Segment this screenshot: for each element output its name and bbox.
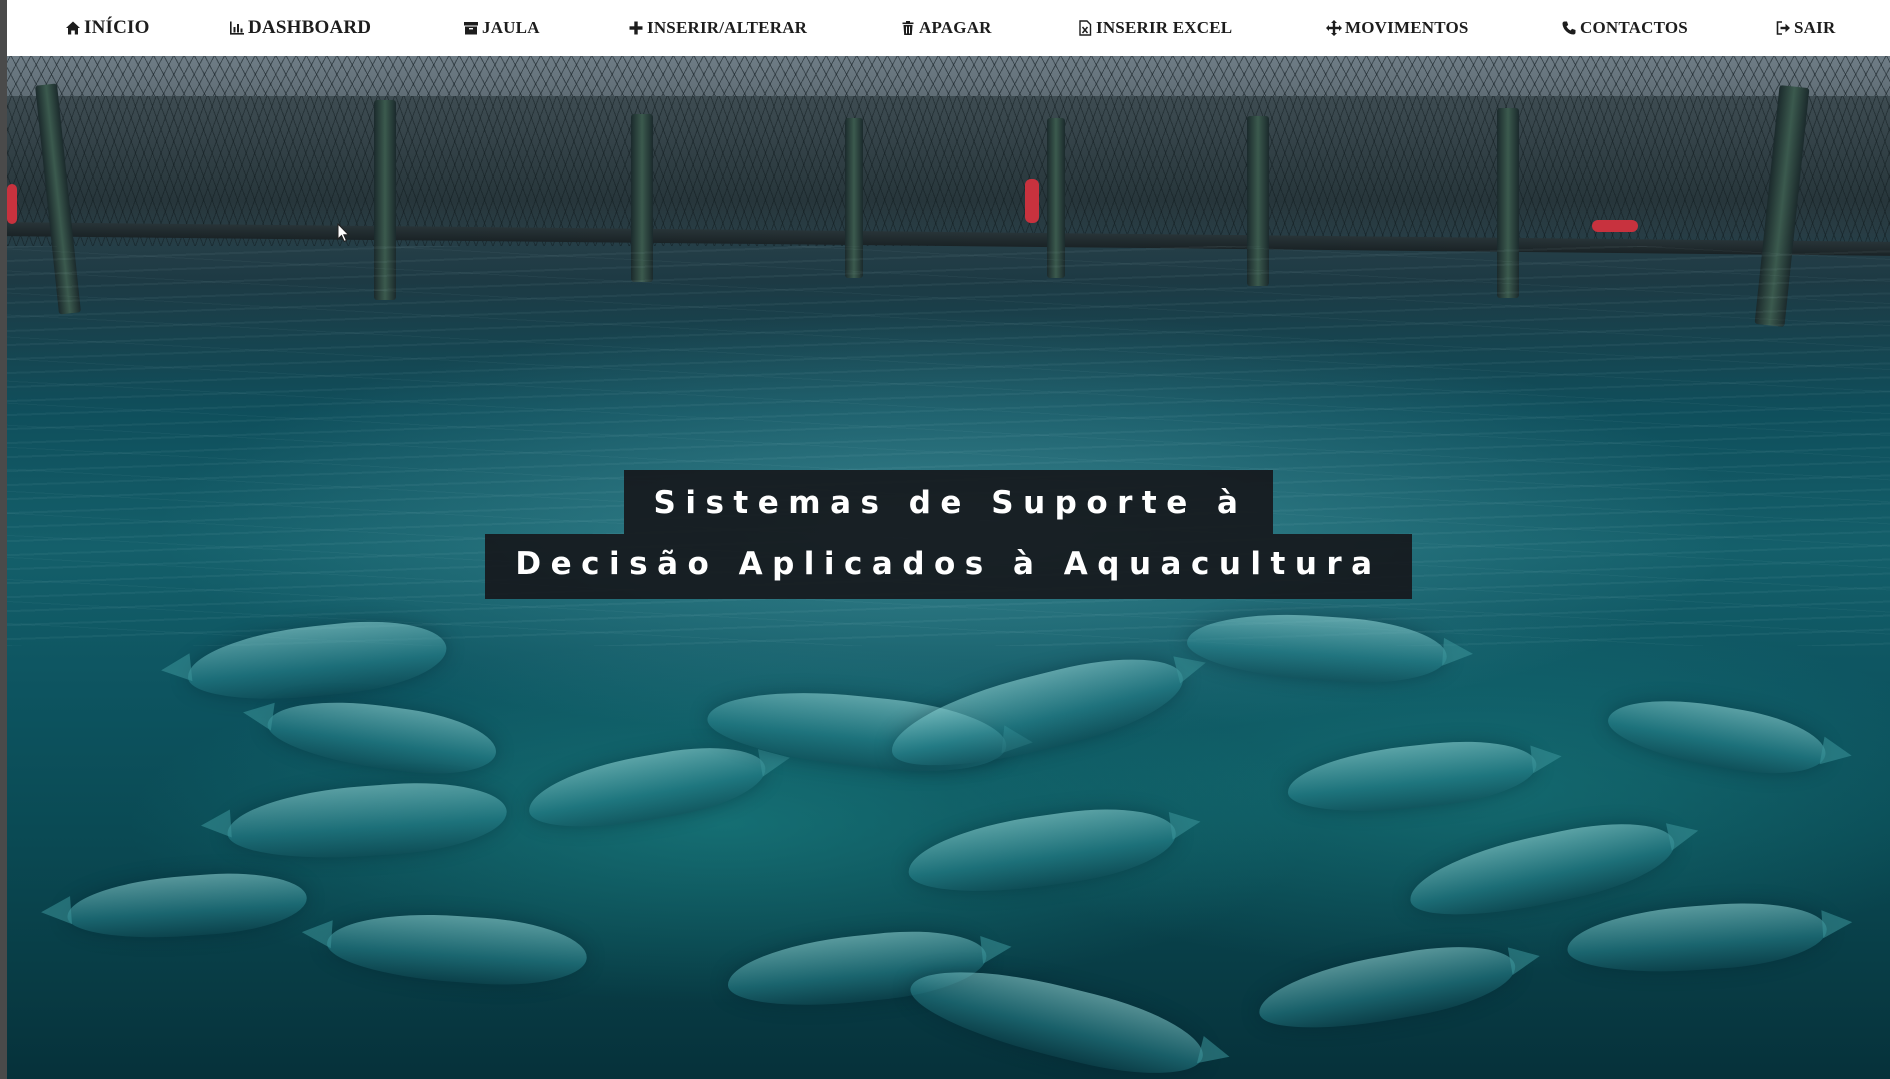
nav-item-inserir-alterar[interactable]: INSERIR/ALTERAR [628, 0, 807, 56]
nav-item-dashboard[interactable]: DASHBOARD [229, 0, 371, 56]
fish [224, 776, 510, 866]
page: INÍCIO DASHBOARD JAULA INSERIR/ALTERAR A [7, 0, 1890, 1079]
nav-item-inicio[interactable]: INÍCIO [65, 0, 150, 56]
nav-label: APAGAR [919, 18, 992, 37]
bar-chart-icon [229, 20, 245, 36]
fish [1565, 897, 1829, 979]
nav-label: INÍCIO [84, 17, 150, 38]
trash-icon [900, 20, 916, 36]
home-icon [65, 20, 81, 36]
fish [263, 690, 501, 784]
nav-label: MOVIMENTOS [1345, 18, 1469, 37]
nav-label: CONTACTOS [1580, 18, 1688, 37]
nav-label: INSERIR EXCEL [1096, 18, 1233, 37]
fish [325, 907, 589, 991]
fish [1284, 733, 1540, 821]
fish [65, 867, 309, 945]
fish [1253, 933, 1521, 1043]
fish [882, 640, 1192, 786]
nav-item-apagar[interactable]: APAGAR [900, 0, 992, 56]
plus-icon [628, 20, 644, 36]
nav-label: SAIR [1794, 18, 1836, 37]
hero-title-line-2: Decisão Aplicados à Aquacultura [485, 534, 1412, 599]
mouse-cursor-icon [337, 223, 350, 243]
nav-label: DASHBOARD [248, 17, 372, 38]
nav-label: JAULA [482, 18, 540, 37]
move-icon [1326, 20, 1342, 36]
nav-item-sair[interactable]: SAIR [1775, 0, 1835, 56]
top-navbar: INÍCIO DASHBOARD JAULA INSERIR/ALTERAR A [7, 0, 1890, 56]
box-icon [463, 20, 479, 36]
buoy [7, 184, 17, 224]
fish [523, 735, 771, 841]
nav-item-contactos[interactable]: CONTACTOS [1561, 0, 1688, 56]
hero-title-line-1: Sistemas de Suporte à [623, 470, 1274, 534]
nav-item-movimentos[interactable]: MOVIMENTOS [1326, 0, 1469, 56]
nav-item-jaula[interactable]: JAULA [463, 0, 540, 56]
nav-label: INSERIR/ALTERAR [647, 18, 808, 37]
hero-title: Sistemas de Suporte à Decisão Aplicados … [7, 470, 1890, 599]
nav-item-inserir-excel[interactable]: INSERIR EXCEL [1077, 0, 1232, 56]
file-excel-icon [1077, 20, 1093, 36]
fish [903, 797, 1181, 905]
fish [1603, 687, 1831, 785]
buoy [1025, 179, 1039, 223]
phone-icon [1561, 20, 1577, 36]
buoy [1592, 220, 1638, 232]
logout-icon [1775, 20, 1791, 36]
